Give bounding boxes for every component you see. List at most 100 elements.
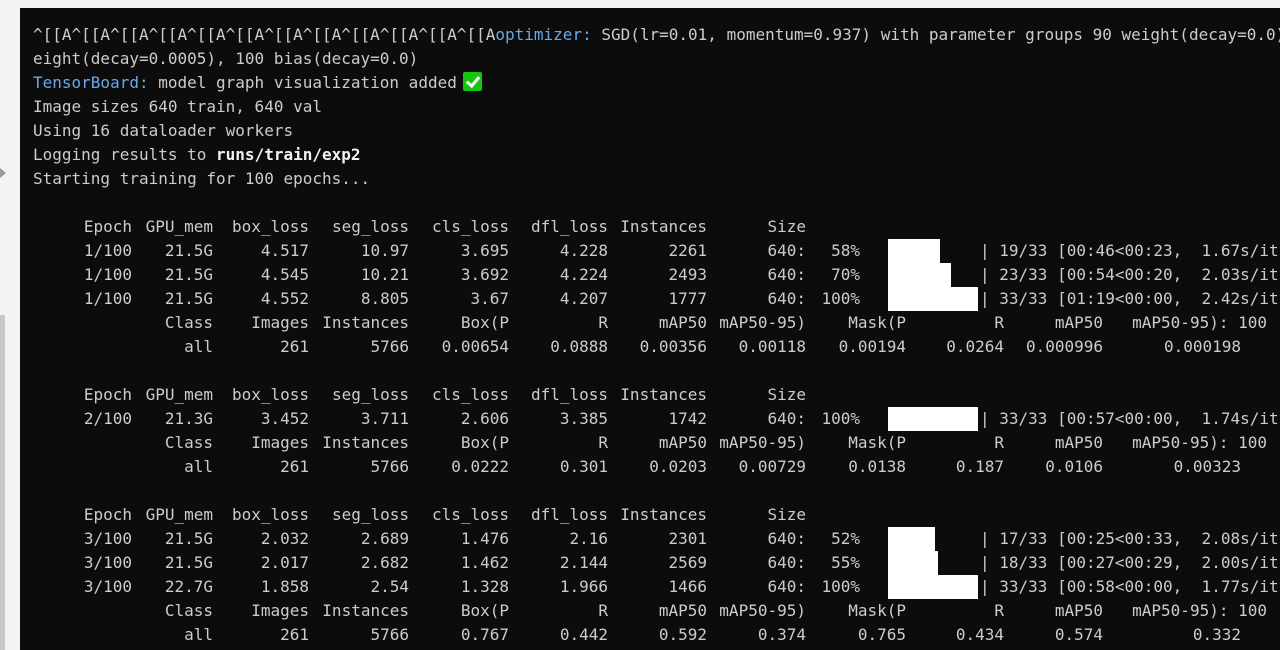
val-cell: 0.00118 bbox=[738, 337, 806, 356]
train-cell: 4.545 bbox=[260, 265, 309, 284]
progress-status: | 33/33 [00:58<00:00, 1.77s/it] bbox=[980, 577, 1280, 596]
train-cell: 100% bbox=[821, 289, 860, 308]
val-cell: 0.592 bbox=[658, 625, 707, 644]
val-header-cell: mAP50-95) bbox=[719, 601, 806, 620]
train-cell: 4.517 bbox=[260, 241, 309, 260]
train-cell: 1.966 bbox=[559, 577, 608, 596]
train-cell: 640: bbox=[767, 289, 806, 308]
progress-bar-fill bbox=[888, 263, 951, 287]
val-header-cell: Class bbox=[164, 433, 213, 452]
progress-bar-fill bbox=[888, 287, 978, 311]
train-cell: 21.3G bbox=[164, 409, 213, 428]
train-cell: 2.16 bbox=[569, 529, 608, 548]
train-header-cell: Instances bbox=[620, 217, 707, 236]
train-cell: 100% bbox=[821, 409, 860, 428]
val-cell: 0.0264 bbox=[946, 337, 1004, 356]
val-header-cell: mAP50-95) bbox=[719, 433, 806, 452]
train-cell: 640: bbox=[767, 241, 806, 260]
train-cell: 640: bbox=[767, 409, 806, 428]
train-cell: 22.7G bbox=[164, 577, 213, 596]
tensorboard-line: TensorBoard: model graph visualization a… bbox=[33, 71, 482, 95]
train-cell: 2.54 bbox=[370, 577, 409, 596]
train-cell: 10.21 bbox=[360, 265, 409, 284]
val-cell: 0.332 bbox=[1192, 625, 1241, 644]
train-header-cell: Epoch bbox=[83, 385, 132, 404]
val-cell: 0.00194 bbox=[838, 337, 906, 356]
val-cell: 0.765 bbox=[857, 625, 906, 644]
train-cell: 2301 bbox=[668, 529, 707, 548]
train-cell: 52% bbox=[831, 529, 860, 548]
optimizer-line-wrap: eight(decay=0.0005), 100 bias(decay=0.0) bbox=[33, 49, 419, 68]
terminal-output[interactable]: ^[[A^[[A^[[A^[[A^[[A^[[A^[[A^[[A^[[A^[[A… bbox=[20, 8, 1280, 650]
train-cell: 100% bbox=[821, 577, 860, 596]
train-header-cell: cls_loss bbox=[431, 385, 509, 404]
val-header-cell: Images bbox=[251, 433, 309, 452]
val-header-cell: Box(P bbox=[460, 601, 509, 620]
val-header-cell: R bbox=[994, 313, 1004, 332]
train-cell: 3.385 bbox=[559, 409, 608, 428]
train-cell: 1.476 bbox=[460, 529, 509, 548]
train-cell: 2261 bbox=[668, 241, 707, 260]
val-header-cell: mAP50 bbox=[658, 313, 707, 332]
progress-bar-fill bbox=[888, 239, 940, 263]
train-cell: 3/100 bbox=[83, 577, 132, 596]
train-cell: 2.032 bbox=[260, 529, 309, 548]
train-cell: 640: bbox=[767, 553, 806, 572]
train-cell: 3/100 bbox=[83, 529, 132, 548]
val-cell: 0.187 bbox=[955, 457, 1004, 476]
train-cell: 4.207 bbox=[559, 289, 608, 308]
progress-status: | 17/33 [00:25<00:33, 2.08s/it] bbox=[980, 529, 1280, 548]
val-header-cell: Class bbox=[164, 601, 213, 620]
progress-bar-fill bbox=[888, 527, 935, 551]
train-cell: 640: bbox=[767, 529, 806, 548]
train-header-cell: box_loss bbox=[231, 217, 309, 236]
train-cell: 10.97 bbox=[360, 241, 409, 260]
train-cell: 3.452 bbox=[260, 409, 309, 428]
val-header-cell: Mask(P bbox=[848, 313, 906, 332]
train-cell: 1/100 bbox=[83, 289, 132, 308]
optimizer-label: optimizer: bbox=[495, 25, 592, 44]
train-cell: 3/100 bbox=[83, 553, 132, 572]
train-cell: 4.224 bbox=[559, 265, 608, 284]
val-cell: 0.0203 bbox=[649, 457, 707, 476]
val-cell: 0.00654 bbox=[441, 337, 509, 356]
val-header-cell: R bbox=[994, 433, 1004, 452]
progress-bar-fill bbox=[888, 575, 978, 599]
starting-line: Starting training for 100 epochs... bbox=[33, 169, 371, 188]
val-header-cell: mAP50 bbox=[1054, 313, 1103, 332]
val-cell: 0.374 bbox=[757, 625, 806, 644]
val-cell: 0.442 bbox=[559, 625, 608, 644]
val-cell: 0.301 bbox=[559, 457, 608, 476]
train-cell: 2493 bbox=[668, 265, 707, 284]
optimizer-text: SGD(lr=0.01, momentum=0.937) with parame… bbox=[591, 25, 1280, 44]
val-cell: all bbox=[184, 625, 213, 644]
train-header-cell: GPU_mem bbox=[145, 505, 213, 524]
train-cell: 2.144 bbox=[559, 553, 608, 572]
progress-bar bbox=[888, 527, 978, 551]
val-cell: 261 bbox=[280, 337, 309, 356]
val-cell: 261 bbox=[280, 457, 309, 476]
val-cell: 5766 bbox=[370, 457, 409, 476]
train-cell: 3.67 bbox=[470, 289, 509, 308]
val-header-cell: Instances bbox=[322, 433, 409, 452]
progress-bar bbox=[888, 575, 978, 599]
train-cell: 1466 bbox=[668, 577, 707, 596]
val-cell: 0.0888 bbox=[550, 337, 608, 356]
progress-status: | 19/33 [00:46<00:23, 1.67s/it] bbox=[980, 241, 1280, 260]
val-cell: 0.0138 bbox=[848, 457, 906, 476]
image-sizes-line: Image sizes 640 train, 640 val bbox=[33, 97, 322, 116]
pane-scrollbar[interactable] bbox=[0, 315, 5, 650]
window-top-edge bbox=[0, 0, 1280, 8]
train-header-cell: dfl_loss bbox=[530, 217, 608, 236]
train-header-cell: box_loss bbox=[231, 385, 309, 404]
tensorboard-label: TensorBoard: bbox=[33, 73, 149, 92]
train-cell: 21.5G bbox=[164, 289, 213, 308]
escape-sequences: ^[[A^[[A^[[A^[[A^[[A^[[A^[[A^[[A^[[A^[[A… bbox=[33, 25, 496, 44]
val-header-cell: mAP50-95): 100 bbox=[1132, 433, 1267, 452]
progress-bar-fill bbox=[888, 407, 978, 431]
val-cell: 0.000198 bbox=[1163, 337, 1241, 356]
val-header-cell: Mask(P bbox=[848, 601, 906, 620]
scroll-arrow-icon[interactable] bbox=[0, 168, 6, 178]
train-header-cell: Epoch bbox=[83, 505, 132, 524]
logging-line: Logging results to runs/train/exp2 bbox=[33, 143, 361, 167]
